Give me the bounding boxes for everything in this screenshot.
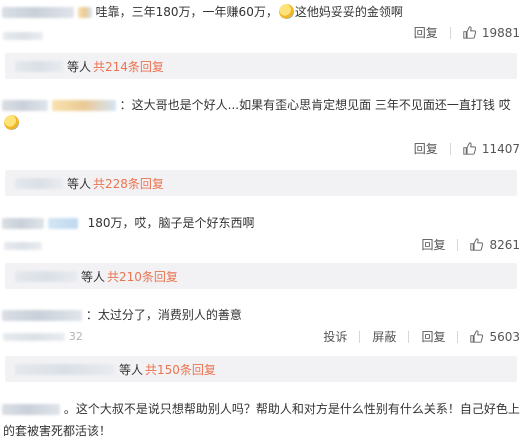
laugh-cry-emoji xyxy=(4,115,19,130)
avatar-username-blur[interactable] xyxy=(2,310,82,321)
timestamp-blur xyxy=(3,332,65,341)
comment-text: ：太过分了，消费别人的善意 xyxy=(85,308,242,322)
like-count: 5603 xyxy=(489,329,520,344)
avatar-username-blur[interactable] xyxy=(2,404,60,415)
replier-names-blur xyxy=(15,270,77,282)
comment-text: 哇靠，三年180万，一年赚60万， xyxy=(95,5,278,19)
replier-names-blur xyxy=(15,363,115,375)
reply-button[interactable]: 回复 xyxy=(414,140,438,157)
username-badge-blur xyxy=(77,7,92,18)
reply-count-link[interactable]: 共228条回复 xyxy=(93,175,164,192)
reply-button[interactable]: 回复 xyxy=(414,24,438,41)
thumbs-up-icon[interactable] xyxy=(463,142,476,155)
timestamp-blur xyxy=(3,31,43,40)
divider xyxy=(449,142,451,155)
divider xyxy=(457,330,459,343)
comment-text: 180万，哎，脑子是个好东西啊 xyxy=(87,216,255,230)
report-button[interactable]: 投诉 xyxy=(323,328,347,345)
reply-summary-prefix: 等人 xyxy=(67,176,92,191)
thumbs-up-icon[interactable] xyxy=(470,238,484,251)
reply-button[interactable]: 回复 xyxy=(421,236,445,253)
avatar-username-blur[interactable] xyxy=(2,100,48,111)
timestamp-fragment: 32 xyxy=(68,330,83,343)
reply-summary-prefix: 等人 xyxy=(81,269,106,284)
replier-names-blur xyxy=(15,177,63,189)
laugh-cry-emoji xyxy=(278,4,294,19)
comment-text-cont: 这他妈妥妥的金领啊 xyxy=(294,5,403,19)
reply-button[interactable]: 回复 xyxy=(421,328,445,345)
reply-count-link[interactable]: 共150条回复 xyxy=(145,361,216,378)
reply-summary-bar[interactable]: 等人 共150条回复 xyxy=(5,356,517,382)
reply-summary-prefix: 等人 xyxy=(67,59,92,74)
thumbs-up-icon[interactable] xyxy=(463,26,476,39)
reply-summary-prefix: 等人 xyxy=(119,362,144,377)
replier-names-blur xyxy=(15,60,63,72)
reply-summary-bar[interactable]: 等人 共210条回复 xyxy=(5,263,517,289)
reply-count-link[interactable]: 共210条回复 xyxy=(107,268,178,285)
username-badge-blur xyxy=(51,100,116,111)
divider xyxy=(359,330,361,343)
like-count: 11407 xyxy=(481,141,520,156)
block-button[interactable]: 屏蔽 xyxy=(372,328,396,345)
comment-text: 。这个大叔不是说只想帮助别人吗？帮助人和对方是什么性别有什么关系！自己好色上 xyxy=(63,402,520,416)
divider xyxy=(408,330,410,343)
username-badge-blur xyxy=(47,218,78,229)
comment-text: ：这大哥也是个好人...如果有歪心思肯定想见面 三年不见面还一直打钱 哎 xyxy=(119,98,511,112)
avatar-username-blur[interactable] xyxy=(2,7,74,18)
divider xyxy=(457,238,459,251)
timestamp-blur xyxy=(4,241,42,250)
comment-text-cont: 的套被害死都活该！ xyxy=(3,424,112,438)
like-count: 8261 xyxy=(489,237,520,252)
like-count: 19881 xyxy=(481,25,520,40)
thumbs-up-icon[interactable] xyxy=(470,330,484,343)
reply-count-link[interactable]: 共214条回复 xyxy=(93,58,164,75)
divider xyxy=(449,26,451,39)
reply-summary-bar[interactable]: 等人 共228条回复 xyxy=(5,170,517,196)
avatar-username-blur[interactable] xyxy=(2,218,44,229)
reply-summary-bar[interactable]: 等人 共214条回复 xyxy=(5,53,517,79)
